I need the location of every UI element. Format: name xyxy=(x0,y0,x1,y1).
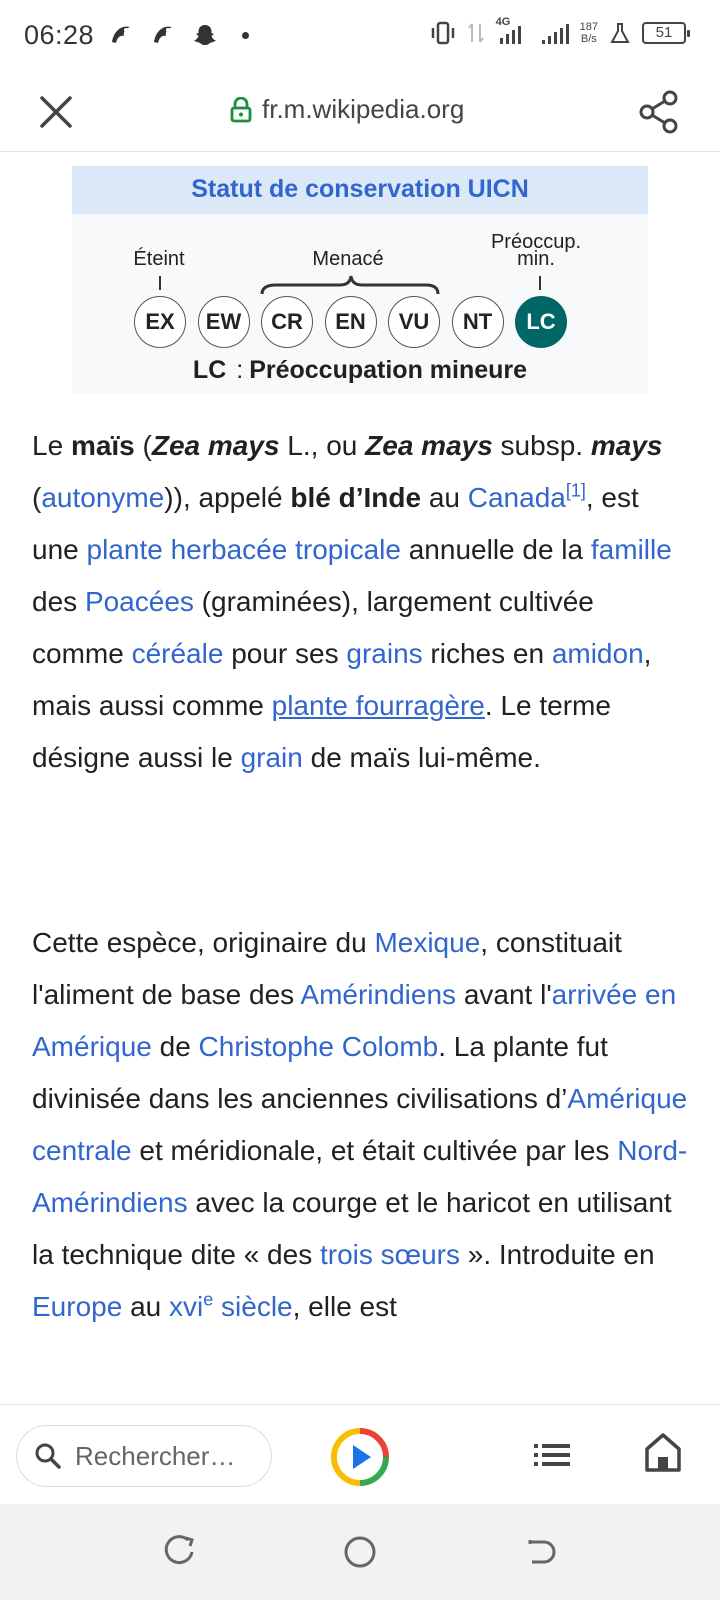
link-autonyme[interactable]: autonyme xyxy=(41,482,164,513)
browser-toolbar: fr.m.wikipedia.org xyxy=(0,72,720,152)
snapchat-icon xyxy=(194,25,216,45)
battery-indicator: 51 xyxy=(642,22,690,44)
link-amidon[interactable]: amidon xyxy=(552,638,644,669)
label-extinct: Éteint xyxy=(133,248,185,270)
conservation-status-title[interactable]: Statut de conservation UICN xyxy=(72,166,648,214)
term-zea-mays: Zea mays xyxy=(151,430,280,461)
link-cereale[interactable]: céréale xyxy=(132,638,224,669)
conservation-status: LC: Préoccupation mineure xyxy=(192,356,528,384)
network-speed: 187 B/s xyxy=(580,21,598,45)
article-content: Statut de conservation UICN Éteint Menac… xyxy=(0,152,720,1404)
status-circle-cr: CR xyxy=(261,296,313,348)
link-famille[interactable]: famille xyxy=(591,534,672,565)
reference-1[interactable]: [1] xyxy=(566,481,586,501)
search-placeholder: Rechercher… xyxy=(75,1440,236,1471)
speed-value: 187 xyxy=(579,21,598,33)
link-europe[interactable]: Europe xyxy=(32,1291,122,1322)
link-plante-herbacee[interactable]: plante herbacée tropicale xyxy=(87,534,401,565)
link-mexique[interactable]: Mexique xyxy=(374,927,480,958)
status-circle-ex: EX xyxy=(134,296,186,348)
network-type: 4G xyxy=(495,16,511,28)
article-paragraph-2: Cette espèce, originaire du Mexique, con… xyxy=(32,927,688,1322)
signal-bars-2-icon xyxy=(541,24,569,44)
data-transfer-icon xyxy=(467,23,484,43)
link-plante-fourragere[interactable]: plante fourragère xyxy=(272,690,485,721)
status-bar: 06:28 4G 187 B/s 51 xyxy=(0,0,720,72)
speed-unit: B/s xyxy=(580,33,597,45)
app-notification-icon xyxy=(112,26,130,43)
status-circle-vu: VU xyxy=(388,296,440,348)
signal-4g: 4G xyxy=(496,16,530,46)
status-circles: EX EW CR EN VU NT LC xyxy=(72,296,648,352)
term-zea-mays-2: Zea mays xyxy=(365,430,493,461)
app-notification-icon xyxy=(154,26,172,43)
notification-icons xyxy=(108,22,249,48)
system-navigation-bar xyxy=(0,1504,720,1600)
label-least-concern: Préoccup. min. xyxy=(476,232,596,270)
term-ble-dinde: blé d’Inde xyxy=(290,482,422,513)
more-notifications-dot xyxy=(242,31,249,39)
status-code: LC xyxy=(192,356,227,384)
google-play-icon[interactable] xyxy=(330,1427,390,1487)
home-nav-icon[interactable] xyxy=(342,1534,378,1570)
link-grain[interactable]: grain xyxy=(241,742,303,773)
link-christophe-colomb[interactable]: Christophe Colomb xyxy=(199,1031,439,1062)
table-of-contents-icon[interactable] xyxy=(532,1435,572,1475)
search-input[interactable]: Rechercher… xyxy=(16,1425,272,1487)
status-circle-lc: LC xyxy=(515,296,567,348)
url-text: fr.m.wikipedia.org xyxy=(262,94,465,124)
status-text: Préoccupation mineure xyxy=(249,356,528,384)
link-poacees[interactable]: Poacées xyxy=(85,586,194,617)
status-right-icons: 4G 187 B/s 51 xyxy=(430,16,690,46)
link-xvie-siecle[interactable]: xvie siècle xyxy=(169,1291,293,1322)
flask-icon xyxy=(610,23,630,43)
term-mais: maïs xyxy=(70,430,135,461)
recent-apps-icon[interactable] xyxy=(162,1534,198,1570)
link-grains[interactable]: grains xyxy=(346,638,422,669)
close-icon[interactable] xyxy=(36,92,76,132)
label-least-concern-line2: min. xyxy=(517,248,555,270)
share-icon[interactable] xyxy=(638,90,680,134)
lock-icon xyxy=(230,96,252,122)
link-trois-soeurs[interactable]: trois sœurs xyxy=(320,1239,460,1270)
link-amerindiens[interactable]: Amérindiens xyxy=(300,979,456,1010)
link-canada[interactable]: Canada xyxy=(468,482,566,513)
back-icon[interactable] xyxy=(522,1534,558,1570)
url-bar[interactable]: fr.m.wikipedia.org xyxy=(230,94,464,125)
status-circle-nt: NT xyxy=(451,296,504,348)
conservation-status-box: Statut de conservation UICN Éteint Menac… xyxy=(72,166,648,394)
term-mays: mays xyxy=(590,430,663,461)
vibrate-icon xyxy=(431,21,454,45)
label-threatened: Menacé xyxy=(312,248,384,270)
article-paragraph-1: Le maïs (Zea mays L., ou Zea mays subsp.… xyxy=(32,430,672,773)
bottom-toolbar: Rechercher… xyxy=(0,1404,720,1504)
status-time: 06:28 xyxy=(24,20,95,50)
status-circle-en: EN xyxy=(324,296,377,348)
home-icon[interactable] xyxy=(644,1431,682,1473)
status-circle-ew: EW xyxy=(197,296,250,348)
search-icon xyxy=(35,1443,61,1469)
